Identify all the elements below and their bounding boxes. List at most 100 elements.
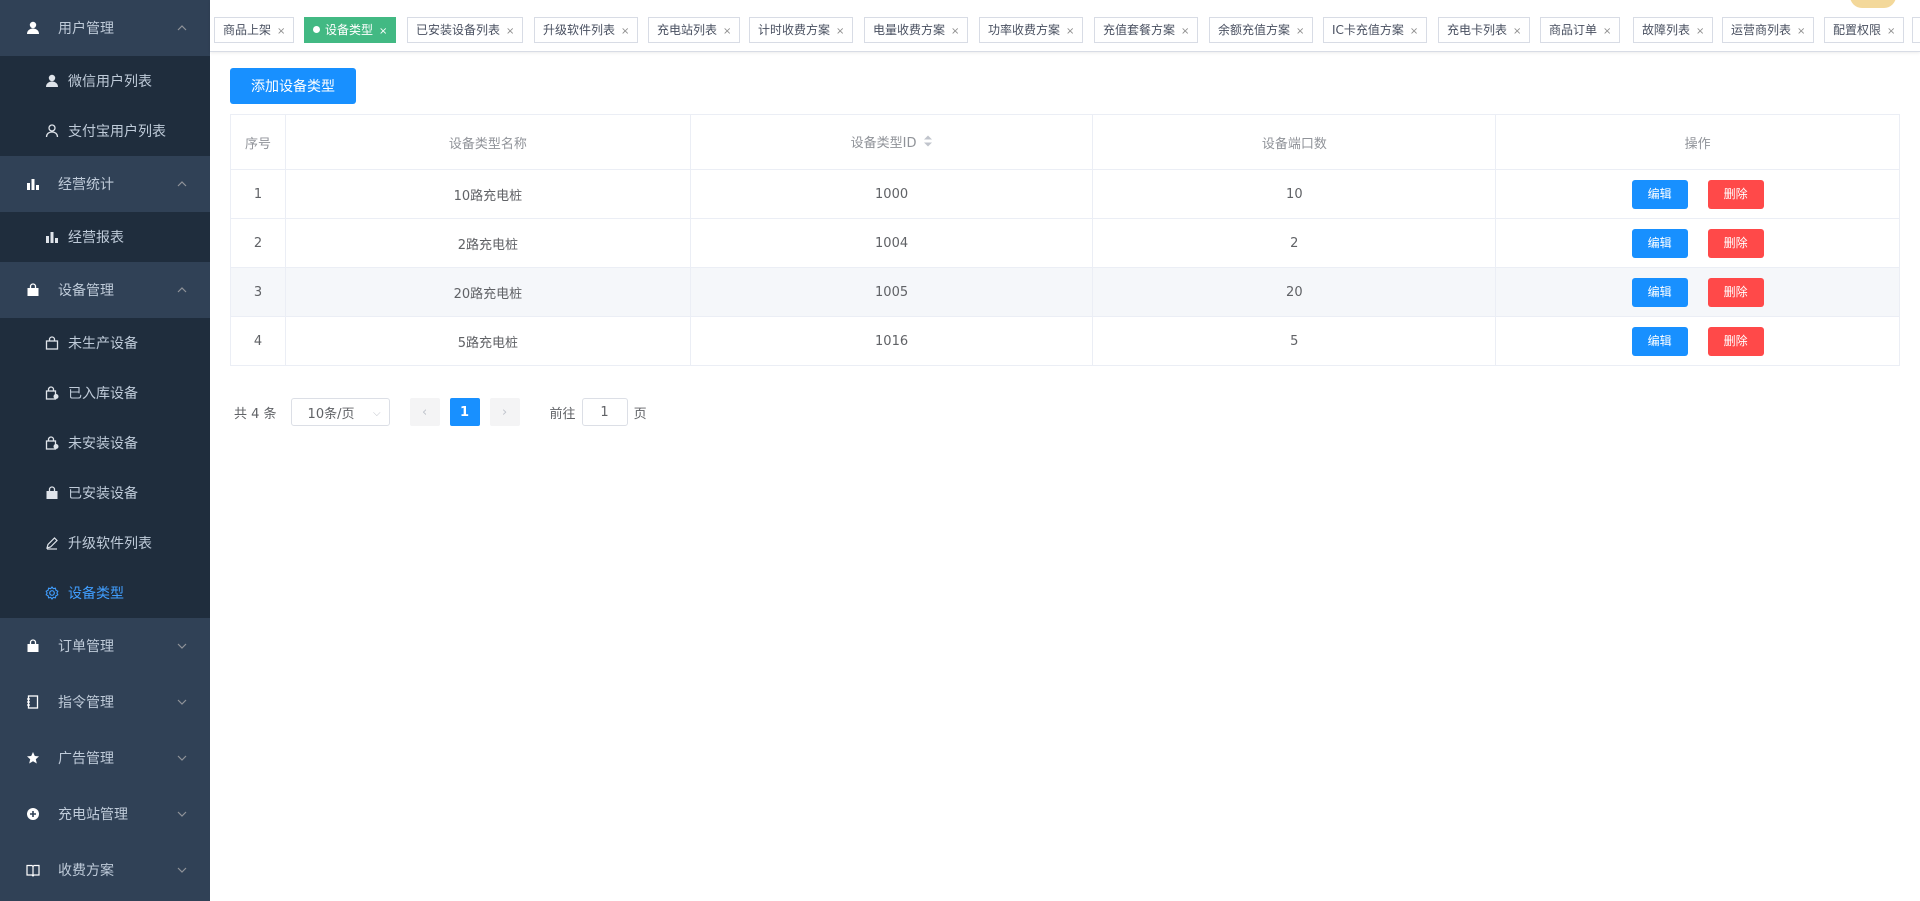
delete-button[interactable]: 删除 — [1707, 228, 1764, 258]
goto-suffix: 页 — [633, 406, 647, 422]
shopping-bag-icon — [44, 335, 60, 351]
menu-fee-plans[interactable]: 收费方案 — [0, 842, 210, 898]
sidebar-item-device-type[interactable]: 设备类型 — [0, 568, 210, 618]
tag-item[interactable]: 充电卡列表 × — [1438, 17, 1531, 44]
close-icon[interactable]: × — [506, 20, 514, 44]
tag-item[interactable]: 升级软件列表 × — [534, 17, 639, 44]
chevron-down-icon — [176, 864, 188, 876]
chevron-up-icon — [176, 284, 188, 296]
user-icon — [44, 73, 60, 89]
delete-button[interactable]: 删除 — [1707, 179, 1764, 209]
edit-button[interactable]: 编辑 — [1631, 228, 1688, 258]
tag-label: 故障列表 — [1642, 23, 1691, 37]
chevron-left-icon: ‹ — [421, 404, 428, 420]
menu-commands[interactable]: 指令管理 — [0, 674, 210, 730]
tag-label: 充电卡列表 — [1447, 23, 1508, 37]
sort-caret-icon[interactable] — [923, 134, 933, 152]
tag-item[interactable]: 运营商列表 × — [1722, 17, 1815, 44]
chevron-down-icon — [176, 752, 188, 764]
close-icon[interactable]: × — [1181, 20, 1189, 44]
star-icon — [24, 749, 42, 767]
main-content: 商品上架 × 设备类型 × 已安装设备列表 × 升级软件列表 × 充电站列表 × 计时收费… — [210, 0, 1920, 901]
menu-orders[interactable]: 订单管理 — [0, 618, 210, 674]
user-icon — [24, 19, 42, 37]
cell-actions: 编辑 删除 — [1495, 267, 1900, 317]
close-icon[interactable]: × — [723, 20, 731, 44]
sidebar: 用户管理 微信用户列表 支付宝用户列表 经营统计 经营报表 设备管理 未生产设备… — [0, 0, 210, 901]
shopping-bag-icon — [24, 281, 42, 299]
tag-item[interactable]: 已安装设备列表 × — [407, 17, 524, 44]
edit-button[interactable]: 编辑 — [1631, 326, 1688, 356]
page-size-select[interactable]: 10条/页 ⌵ — [290, 398, 390, 426]
close-icon[interactable]: × — [1797, 20, 1805, 44]
add-device-type-button[interactable]: 添加设备类型 — [230, 68, 356, 104]
goto-page-input[interactable] — [581, 398, 628, 426]
edit-button[interactable]: 编辑 — [1631, 179, 1688, 209]
tag-item[interactable]: 电量收费方案 × — [864, 17, 969, 44]
menu-ads[interactable]: 广告管理 — [0, 730, 210, 786]
col-header-id-label: 设备类型ID — [850, 135, 917, 151]
cell-ports: 5 — [1092, 316, 1497, 366]
tag-label: IC卡充值方案 — [1332, 23, 1404, 37]
cell-name: 2路充电桩 — [284, 218, 691, 268]
sidebar-item-report[interactable]: 经营报表 — [0, 212, 210, 262]
shopping-bag-icon — [44, 485, 60, 501]
tag-item[interactable]: 充电站列表 × — [648, 17, 741, 44]
tag-item[interactable]: 配置权限 × — [1824, 17, 1905, 44]
prev-page-button[interactable]: ‹ — [409, 398, 440, 426]
sidebar-item-label: 微信用户列表 — [68, 74, 152, 90]
menu-stations[interactable]: 充电站管理 — [0, 786, 210, 842]
tag-label: 充电站列表 — [657, 23, 718, 37]
sidebar-item-upgrade-software[interactable]: 升级软件列表 — [0, 518, 210, 568]
close-icon[interactable]: × — [1513, 20, 1521, 44]
cell-ports: 20 — [1092, 267, 1497, 317]
menu-stats[interactable]: 经营统计 — [0, 156, 210, 212]
col-header-id[interactable]: 设备类型ID — [689, 114, 1094, 170]
user-outline-icon — [44, 123, 60, 139]
close-icon[interactable]: × — [1696, 20, 1704, 44]
sidebar-item-wechat-users[interactable]: 微信用户列表 — [0, 56, 210, 106]
menu-devices[interactable]: 设备管理 — [0, 262, 210, 318]
col-header-ports: 设备端口数 — [1092, 114, 1497, 170]
next-page-button[interactable]: › — [489, 398, 520, 426]
close-icon[interactable]: × — [836, 20, 844, 44]
bar-chart-icon — [24, 175, 42, 193]
close-icon[interactable]: × — [621, 20, 629, 44]
tag-item[interactable]: 故障列表 × — [1633, 17, 1714, 44]
tag-item[interactable]: 充值套餐方案 × — [1094, 17, 1199, 44]
sidebar-item-label: 经营报表 — [68, 230, 124, 246]
chevron-down-icon — [176, 808, 188, 820]
close-icon[interactable]: × — [1296, 20, 1304, 44]
table-row: 4 5路充电桩 1016 5 编辑 删除 — [230, 316, 1900, 366]
cell-id: 1000 — [689, 169, 1094, 219]
edit-button[interactable]: 编辑 — [1631, 277, 1688, 307]
close-icon[interactable]: × — [277, 20, 285, 44]
delete-button[interactable]: 删除 — [1707, 326, 1764, 356]
close-icon[interactable]: × — [379, 20, 387, 44]
tag-item-active[interactable]: 设备类型 × — [304, 17, 397, 44]
close-icon[interactable]: × — [951, 20, 959, 44]
delete-button[interactable]: 删除 — [1707, 277, 1764, 307]
close-icon[interactable]: × — [1066, 20, 1074, 44]
sidebar-item-uninstalled[interactable]: 未安装设备 — [0, 418, 210, 468]
close-icon[interactable]: × — [1603, 20, 1611, 44]
sidebar-item-installed[interactable]: 已安装设备 — [0, 468, 210, 518]
tag-item[interactable]: 计时收费方案 × — [749, 17, 854, 44]
menu-users[interactable]: 用户管理 — [0, 0, 210, 56]
tag-label: 运营商列表 — [1731, 23, 1792, 37]
tag-label: 已安装设备列表 — [416, 23, 501, 37]
tag-item[interactable]: 余额充值方案 × — [1209, 17, 1314, 44]
sidebar-item-stocked[interactable]: 已入库设备 — [0, 368, 210, 418]
close-icon[interactable]: × — [1887, 20, 1895, 44]
page-number-current[interactable]: 1 — [449, 398, 480, 426]
tag-item[interactable]: IC卡充值方案 × — [1323, 17, 1428, 44]
tag-item[interactable]: 商品上架 × — [214, 17, 295, 44]
sidebar-item-alipay-users[interactable]: 支付宝用户列表 — [0, 106, 210, 156]
close-icon[interactable]: × — [1410, 20, 1418, 44]
sidebar-item-unproduced[interactable]: 未生产设备 — [0, 318, 210, 368]
cell-actions: 编辑 删除 — [1495, 218, 1900, 268]
chevron-down-icon: ⌵ — [372, 408, 381, 419]
tag-item[interactable]: 商品订单 × — [1540, 17, 1621, 44]
avatar[interactable] — [1850, 0, 1896, 8]
tag-item[interactable]: 功率收费方案 × — [979, 17, 1084, 44]
